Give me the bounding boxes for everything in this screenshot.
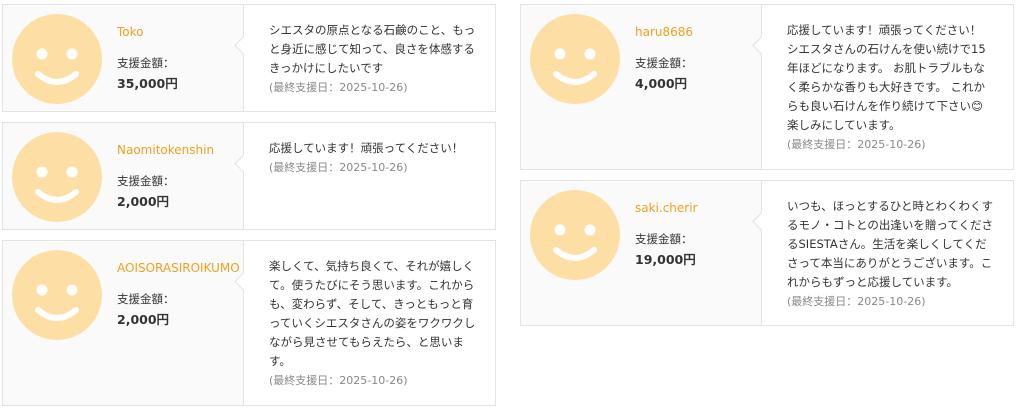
- last-support-date: (最終支援日：2025-10-26): [787, 295, 926, 308]
- message-line: 応援しています！頑張ってください！: [787, 23, 982, 37]
- supporter-message: シエスタの原点となる石鹸のこと、もっ と身近に感じて知って、良さを体感する きっ…: [269, 21, 479, 97]
- supporter-message: 応援しています！頑張ってください！ (最終支援日：2025-10-26): [269, 139, 479, 177]
- message-line: 楽しみにしています。: [787, 118, 901, 132]
- message-line: るモノ・コトとの出逢いを贈ってくださ: [787, 218, 993, 232]
- supporter-message-box: 楽しくて、気持ち良くて、それが嬉しく て。使うたびにそう思います。これから も、…: [243, 241, 495, 405]
- smiley-face-icon: [12, 132, 102, 222]
- supporter-card: AOISORASIROIKUMO 支援金額： 2,000円 楽しくて、気持ち良く…: [2, 240, 496, 406]
- supporter-info: saki.cherir 支援金額： 19,000円: [521, 181, 761, 325]
- last-support-date: (最終支援日：2025-10-26): [787, 138, 926, 151]
- smiley-face-icon: [12, 250, 102, 340]
- message-line: シエスタさんの石けんを使い続けで15: [787, 42, 986, 56]
- supporter-message-box: 応援しています！頑張ってください！ シエスタさんの石けんを使い続けで15 年ほど…: [761, 5, 1013, 169]
- support-amount: 4,000円: [635, 76, 688, 91]
- supporter-info: Toko 支援金額： 35,000円: [3, 5, 243, 111]
- supporter-name[interactable]: Toko: [117, 25, 144, 39]
- supporter-message: 楽しくて、気持ち良くて、それが嬉しく て。使うたびにそう思います。これから も、…: [269, 257, 479, 390]
- message-line: 楽しくて、気持ち良くて、それが嬉しく: [269, 259, 475, 273]
- amount-label: 支援金額：: [635, 56, 693, 70]
- message-line: 応援しています！頑張ってください！: [269, 141, 464, 155]
- supporter-message: いつも、ほっとするひと時とわくわくす るモノ・コトとの出逢いを贈ってくださ るS…: [787, 197, 997, 311]
- smiley-face-icon: [530, 190, 620, 280]
- message-line: く柔らかな香りも大好きです。 これか: [787, 80, 986, 94]
- message-line: と身近に感じて知って、良さを体感する: [269, 42, 475, 56]
- support-amount: 2,000円: [117, 312, 170, 327]
- last-support-date: (最終支援日：2025-10-26): [269, 161, 408, 174]
- last-support-date: (最終支援日：2025-10-26): [269, 81, 408, 94]
- supporter-message-box: いつも、ほっとするひと時とわくわくす るモノ・コトとの出逢いを贈ってくださ るS…: [761, 181, 1013, 325]
- message-line: す。: [269, 354, 291, 368]
- supporter-info: AOISORASIROIKUMO 支援金額： 2,000円: [3, 241, 243, 405]
- supporter-name[interactable]: haru8686: [635, 25, 693, 39]
- supporter-name[interactable]: AOISORASIROIKUMO: [117, 261, 240, 275]
- supporter-info: haru8686 支援金額： 4,000円: [521, 5, 761, 169]
- amount-label: 支援金額：: [117, 292, 175, 306]
- message-line: も、変わらず、そして、きっともっと育: [269, 297, 474, 311]
- support-amount: 19,000円: [635, 252, 696, 267]
- support-amount: 35,000円: [117, 76, 178, 91]
- message-line: さって本当にありがとうございます。こ: [787, 256, 993, 270]
- supporter-card: haru8686 支援金額： 4,000円 応援しています！頑張ってください！ …: [520, 4, 1014, 170]
- last-support-date: (最終支援日：2025-10-26): [269, 374, 408, 387]
- supporter-info: Naomitokenshin 支援金額： 2,000円: [3, 123, 243, 229]
- support-amount: 2,000円: [117, 194, 170, 209]
- message-line: らも良い石けんを作り続けて下さい😊: [787, 99, 983, 113]
- message-line: いつも、ほっとするひと時とわくわくす: [787, 199, 993, 213]
- message-line: ながら見させてもらえたら、と思いま: [269, 335, 464, 349]
- message-line: 年ほどになります。 お肌トラブルもな: [787, 61, 986, 75]
- supporter-name[interactable]: Naomitokenshin: [117, 143, 214, 157]
- supporter-message-box: 応援しています！頑張ってください！ (最終支援日：2025-10-26): [243, 123, 495, 229]
- message-line: っていくシエスタさんの姿をワクワクし: [269, 316, 476, 330]
- supporter-card: Toko 支援金額： 35,000円 シエスタの原点となる石鹸のこと、もっ と身…: [2, 4, 496, 112]
- amount-label: 支援金額：: [635, 232, 693, 246]
- amount-label: 支援金額：: [117, 174, 175, 188]
- amount-label: 支援金額：: [117, 56, 175, 70]
- supporter-card: Naomitokenshin 支援金額： 2,000円 応援しています！頑張って…: [2, 122, 496, 230]
- supporter-name[interactable]: saki.cherir: [635, 201, 698, 215]
- message-line: きっかけにしたいです: [269, 61, 384, 75]
- message-line: るSIESTAさん。生活を楽しくしてくだ: [787, 237, 987, 251]
- message-line: シエスタの原点となる石鹸のこと、もっ: [269, 23, 476, 37]
- supporter-message-box: シエスタの原点となる石鹸のこと、もっ と身近に感じて知って、良さを体感する きっ…: [243, 5, 495, 111]
- supporter-message: 応援しています！頑張ってください！ シエスタさんの石けんを使い続けで15 年ほど…: [787, 21, 997, 154]
- message-line: れからもずっと応援しています。: [787, 275, 959, 289]
- supporter-card: saki.cherir 支援金額： 19,000円 いつも、ほっとするひと時とわ…: [520, 180, 1014, 326]
- smiley-face-icon: [530, 14, 620, 104]
- smiley-face-icon: [12, 14, 102, 104]
- message-line: て。使うたびにそう思います。これから: [269, 278, 475, 292]
